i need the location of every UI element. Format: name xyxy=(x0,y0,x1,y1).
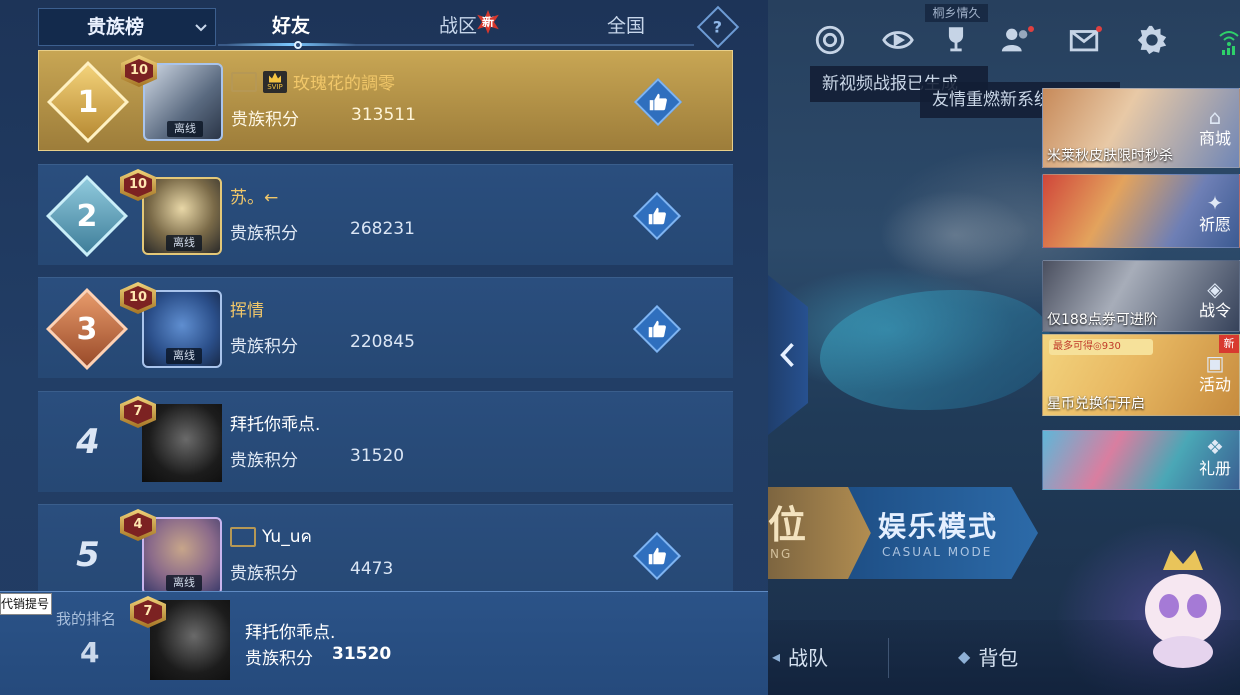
rank-badge-gold: 1 xyxy=(46,60,130,144)
player-name: Yu_uค xyxy=(230,523,312,550)
frame-icon xyxy=(230,526,256,547)
tab-national[interactable]: 全国 xyxy=(566,8,686,46)
offline-status: 离线 xyxy=(167,121,203,137)
nav-backpack[interactable]: ◆ 背包 xyxy=(958,642,1018,671)
side-panel-battle-pass[interactable]: ◈ 战令 仅188点券可进阶 xyxy=(1042,260,1240,332)
score-value: 31520 xyxy=(332,644,392,664)
svip-icon: SVIP xyxy=(263,70,287,93)
gear-icon[interactable] xyxy=(1132,20,1172,60)
thumbs-up-icon xyxy=(648,547,666,565)
ranked-mode-sub: NG xyxy=(770,547,793,561)
team-icon: ◂ xyxy=(772,647,781,666)
rank-badge-bronze: 3 xyxy=(45,287,129,371)
like-button[interactable] xyxy=(633,77,683,127)
score-value: 268231 xyxy=(350,219,415,239)
score-label: 贵族积分 xyxy=(230,224,298,244)
help-button[interactable]: ? xyxy=(696,5,740,49)
score-value: 313511 xyxy=(351,105,416,125)
target-icon[interactable] xyxy=(810,20,850,60)
board-type-dropdown[interactable]: 贵族榜 xyxy=(38,8,216,46)
friends-icon[interactable] xyxy=(996,20,1036,60)
casual-mode-label: 娱乐模式 xyxy=(878,510,999,543)
divider xyxy=(888,638,889,678)
score-value: 4473 xyxy=(350,559,394,579)
my-rank-label: 我的排名 xyxy=(56,610,117,628)
top-icon-bar xyxy=(768,20,1240,60)
thumbs-up-icon xyxy=(648,207,666,225)
tab-friends[interactable]: 好友 xyxy=(226,8,356,49)
rank-badge-silver: 2 xyxy=(45,174,129,258)
active-tab-indicator xyxy=(226,43,356,46)
side-panel-activity[interactable]: 最多可得◎930 新 ▣ 活动 星币兑换行开启 xyxy=(1042,334,1240,416)
thumbs-up-icon xyxy=(648,320,666,338)
score-label: 贵族积分 xyxy=(230,564,298,584)
shop-icon: ⌂ 商城 xyxy=(1198,105,1231,148)
tooltip: 代销提号 xyxy=(0,593,52,615)
thumbs-up-icon xyxy=(649,93,667,111)
nav-team[interactable]: ◂ 战队 xyxy=(772,642,828,671)
leaderboard-row[interactable]: 2 离线 10 苏。← 贵族积分 268231 xyxy=(38,164,733,265)
chevron-down-icon xyxy=(195,9,207,46)
frame-icon xyxy=(231,71,257,92)
leaderboard-row[interactable]: 3 离线 10 挥情 贵族积分 220845 xyxy=(38,277,733,378)
offline-status: 离线 xyxy=(166,348,202,364)
leaderboard-row[interactable]: 1 离线 10 SVIP 玫瑰花的調零 贵族积分 313511 xyxy=(38,50,733,151)
mail-icon[interactable] xyxy=(1064,20,1104,60)
player-name: SVIP 玫瑰花的調零 xyxy=(231,69,395,94)
battle-pass-icon: ◈ 战令 xyxy=(1198,277,1231,320)
mascot-character[interactable] xyxy=(1133,540,1233,670)
ranked-mode-label: 位 xyxy=(768,503,807,547)
side-panel-shop[interactable]: ⌂ 商城 米莱秋皮肤限时秒杀 xyxy=(1042,88,1240,168)
active-tab-dot xyxy=(294,41,302,49)
like-button[interactable] xyxy=(632,304,682,354)
side-panel-caption: 星币兑换行开启 xyxy=(1047,396,1145,412)
like-button[interactable] xyxy=(632,191,682,241)
leaderboard-panel: 贵族榜 好友 战区 新 全国 ? 1 离线 10 SVIP 玫瑰花的調零 贵族积… xyxy=(0,0,768,695)
side-panel-gift-book[interactable]: ❖ 礼册 xyxy=(1042,430,1240,490)
creature-art xyxy=(880,190,1030,280)
wifi-signal-icon xyxy=(1218,22,1240,56)
side-panel-caption: 米莱秋皮肤限时秒杀 xyxy=(1047,148,1173,164)
player-name: 拜托你乖点. xyxy=(245,623,336,643)
leaderboard-row[interactable]: 4 7 拜托你乖点. 贵族积分 31520 xyxy=(38,391,733,492)
score-label: 贵族积分 xyxy=(230,451,298,471)
leaderboard-row[interactable]: 5 离线 4 Yu_uค 贵族积分 4473 xyxy=(38,504,733,605)
score-label: 贵族积分 xyxy=(245,649,313,669)
side-panel-wish[interactable]: ✦ 祈愿 xyxy=(1042,174,1240,248)
like-button[interactable] xyxy=(632,531,682,581)
eye-replay-icon[interactable] xyxy=(878,20,918,60)
rank-number: 5 xyxy=(76,535,100,575)
scope-tabs: 好友 战区 新 全国 xyxy=(218,8,694,49)
player-name: 苏。← xyxy=(230,188,279,208)
score-label: 贵族积分 xyxy=(231,110,299,130)
score-value: 31520 xyxy=(350,446,405,466)
chevron-left-icon xyxy=(780,342,794,368)
player-name: 挥情 xyxy=(230,301,264,321)
side-panel-caption: 仅188点券可进阶 xyxy=(1047,312,1158,328)
offline-status: 离线 xyxy=(166,575,202,591)
wish-icon: ✦ 祈愿 xyxy=(1198,191,1231,234)
promo-label: 最多可得◎930 xyxy=(1049,339,1153,355)
activity-icon: ▣ 活动 xyxy=(1198,351,1231,394)
my-rank-number: 4 xyxy=(80,636,100,669)
score-label: 贵族积分 xyxy=(230,337,298,357)
my-rank-bar: 我的排名 4 7 拜托你乖点. 贵族积分 31520 xyxy=(0,591,768,695)
new-badge: 新 xyxy=(477,10,499,34)
offline-status: 离线 xyxy=(166,235,202,251)
backpack-icon: ◆ xyxy=(958,647,971,666)
tab-region[interactable]: 战区 新 xyxy=(398,8,518,46)
score-value: 220845 xyxy=(350,332,415,352)
player-name: 拜托你乖点. xyxy=(230,415,321,435)
rank-number: 4 xyxy=(76,422,100,462)
gift-book-icon: ❖ 礼册 xyxy=(1198,435,1231,478)
trophy-icon[interactable] xyxy=(936,20,976,60)
question-icon: ? xyxy=(713,17,723,37)
casual-mode-sub: CASUAL MODE xyxy=(882,545,993,559)
casual-mode-button[interactable]: 娱乐模式 CASUAL MODE xyxy=(848,487,1038,579)
